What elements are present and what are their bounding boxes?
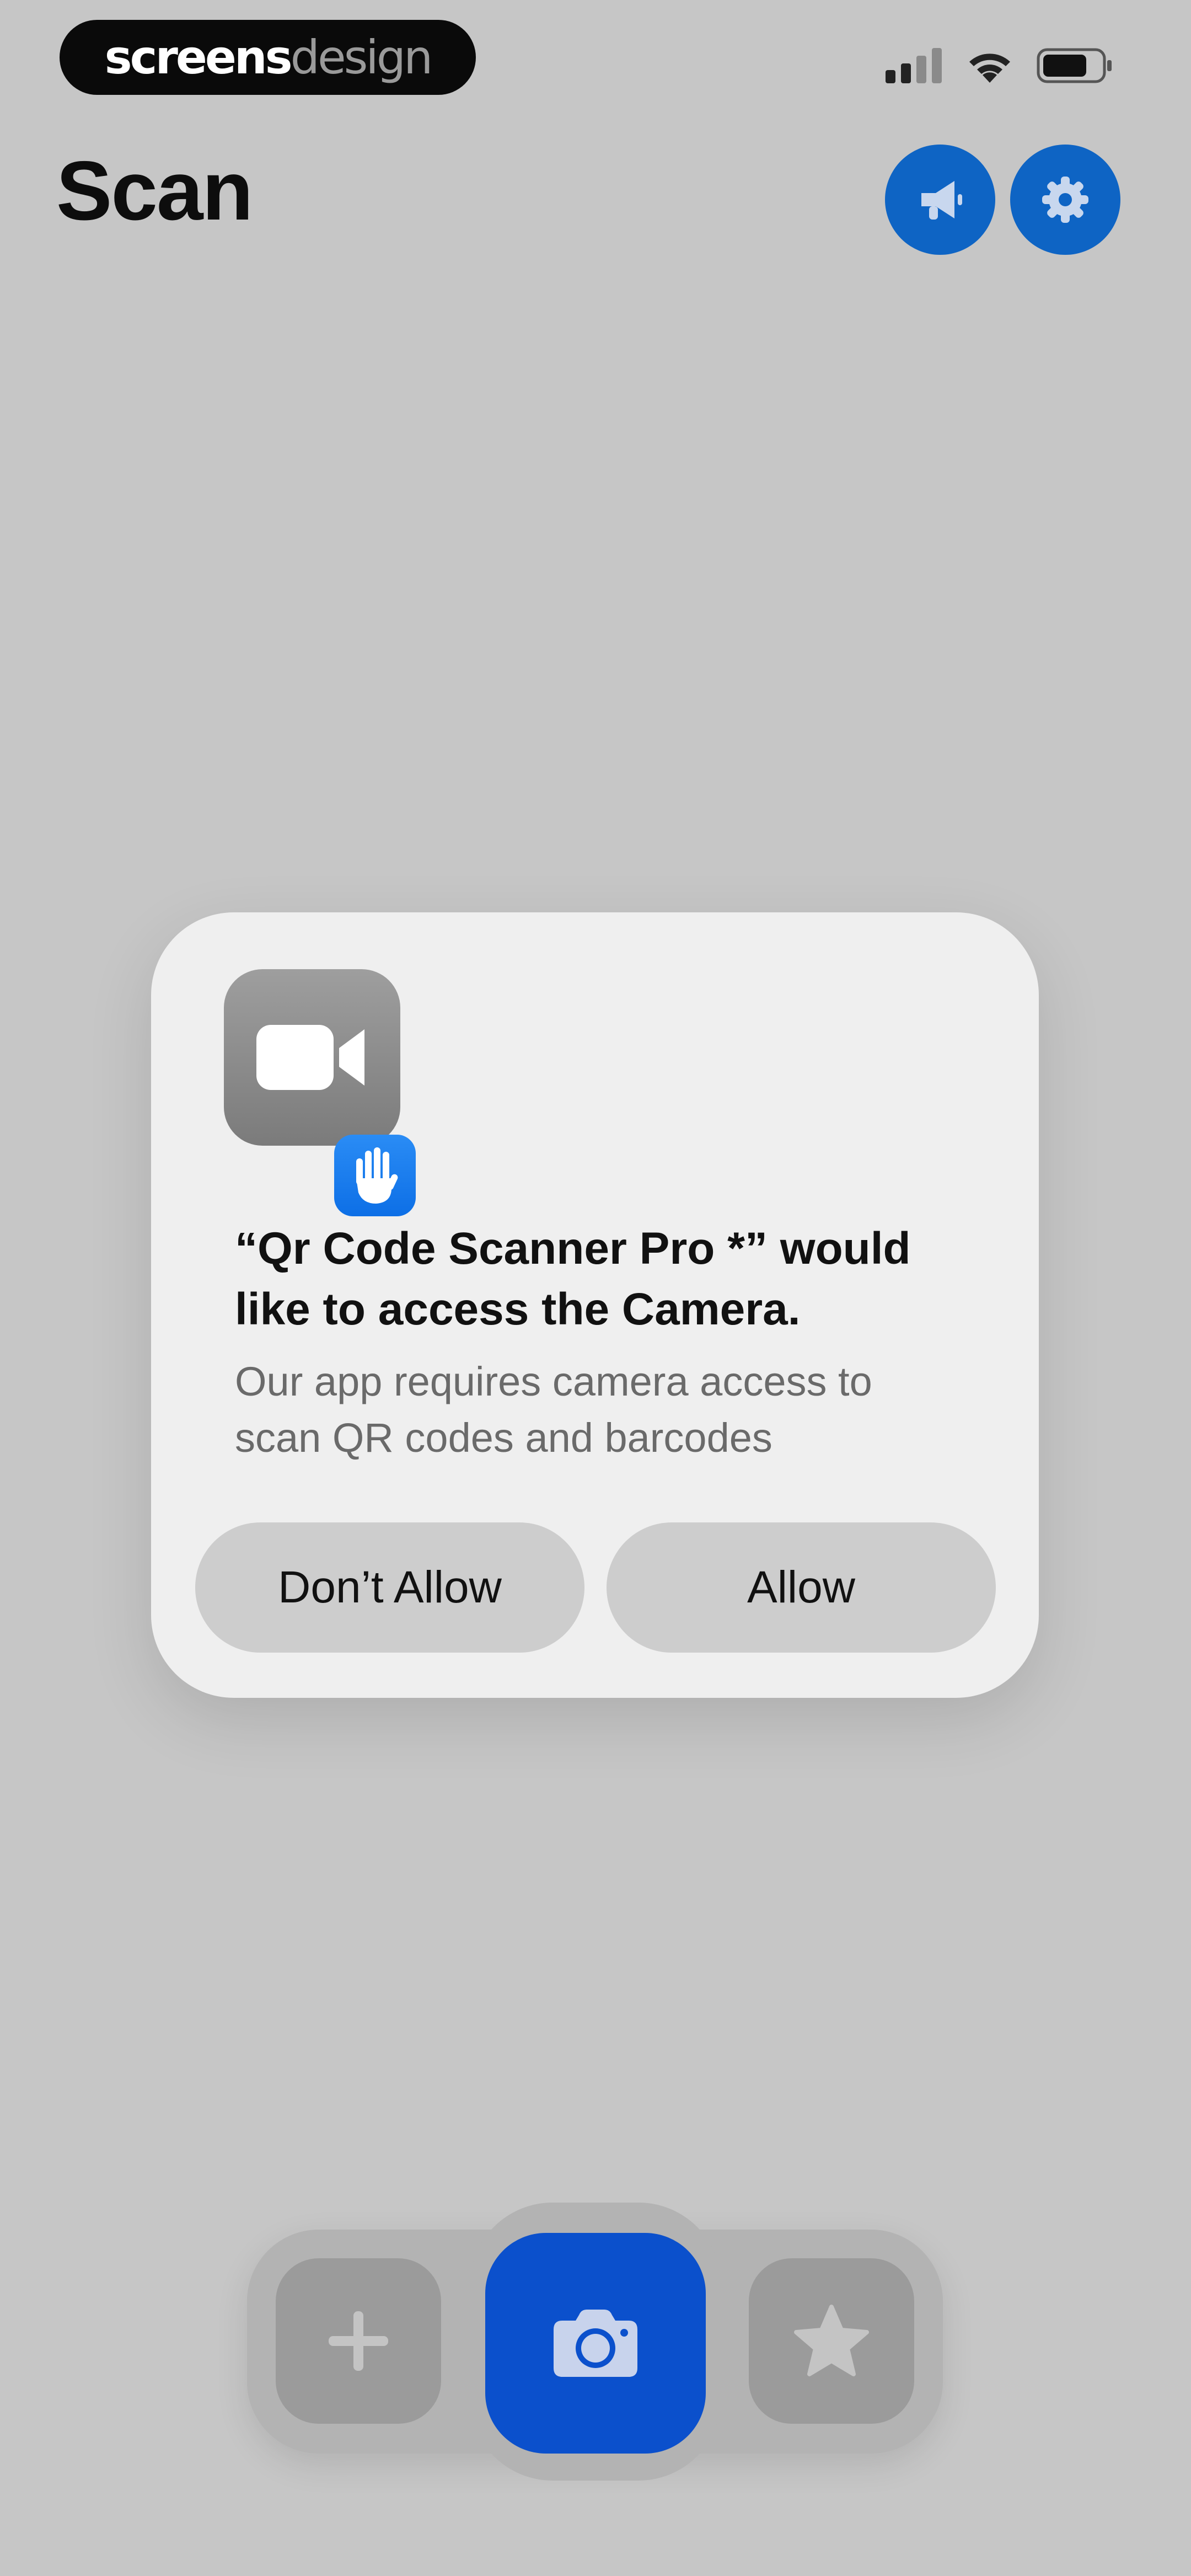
page-title: Scan [56,144,253,238]
camera-icon [554,2310,637,2377]
wifi-icon [969,54,1010,83]
privacy-badge [334,1135,416,1216]
status-bar [886,47,1114,84]
scan-screen: screens design Scan “Qr Code Scanner Pro… [0,0,1191,2576]
dont-allow-button[interactable]: Don’t Allow [195,1522,584,1653]
dialog-message: Our app requires camera access to scan Q… [235,1359,872,1461]
cellular-signal-icon [886,48,942,83]
gear-icon [1042,177,1088,223]
raised-hand-icon [356,1147,398,1204]
screensdesign-watermark: screens design [60,20,476,95]
dialog-title: “Qr Code Scanner Pro *” would like to ac… [235,1223,911,1334]
video-camera-icon [256,1025,364,1090]
permission-app-icon [224,969,416,1216]
tab-favorites[interactable] [749,2258,914,2424]
star-icon [794,2305,869,2376]
tab-camera-scan[interactable] [485,2233,706,2454]
watermark-part2: design [290,30,433,84]
tab-add[interactable] [276,2258,441,2424]
announcement-button[interactable] [885,145,995,255]
plus-icon [329,2311,388,2371]
settings-button[interactable] [1010,145,1120,255]
facetime-app-icon [224,969,400,1146]
battery-icon [1037,48,1112,83]
megaphone-icon [921,181,962,220]
watermark-part1: screens [104,30,293,84]
allow-button[interactable]: Allow [607,1522,996,1653]
camera-permission-dialog: “Qr Code Scanner Pro *” would like to ac… [151,912,1039,1698]
